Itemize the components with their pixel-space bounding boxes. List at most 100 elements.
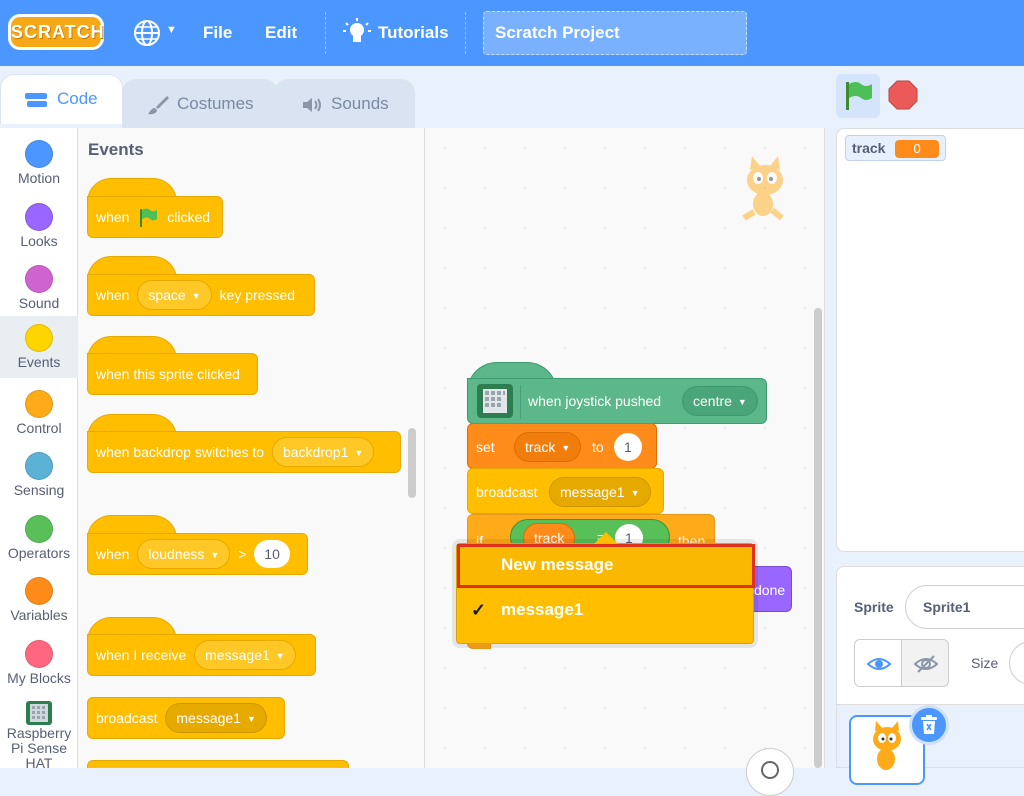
size-input[interactable]	[1009, 641, 1024, 685]
tab-costumes[interactable]: Costumes	[122, 79, 278, 129]
dropdown-arrow-icon: ▼	[246, 714, 256, 725]
block-text: done	[754, 582, 786, 598]
category-my-blocks[interactable]: My Blocks	[0, 632, 78, 694]
tab-sounds[interactable]: Sounds	[274, 79, 415, 129]
sprite-name-input[interactable]: Sprite1	[905, 585, 1024, 629]
menu-divider	[465, 12, 466, 54]
category-label: Raspberry Pi Sense HAT	[6, 725, 72, 771]
joystick-direction-dropdown[interactable]: centre ▼	[682, 386, 758, 416]
category-label: Motion	[17, 170, 61, 186]
message-dropdown[interactable]: message1 ▼	[549, 477, 651, 507]
paintbrush-icon	[148, 95, 169, 114]
tab-code[interactable]: Code	[0, 74, 123, 124]
edit-menu[interactable]: Edit	[265, 0, 297, 66]
palette-scrollbar[interactable]	[408, 428, 416, 498]
when-sprite-clicked-block[interactable]: when this sprite clicked	[87, 353, 258, 395]
category-operators[interactable]: Operators	[0, 507, 78, 569]
when-backdrop-switches-block[interactable]: when backdrop switches to backdrop1 ▼	[87, 431, 401, 473]
stage-header	[826, 66, 1024, 128]
backdrop-dropdown[interactable]: backdrop1 ▼	[271, 437, 375, 467]
when-i-receive-block[interactable]: when I receive message1 ▼	[87, 634, 316, 676]
chevron-down-icon: ▼	[166, 24, 177, 36]
category-raspberry-pi-sense-hat[interactable]: Raspberry Pi Sense HAT	[0, 694, 78, 771]
category-looks[interactable]: Looks	[0, 195, 78, 257]
category-events[interactable]: Events	[0, 316, 78, 378]
category-label: My Blocks	[7, 670, 71, 686]
block-text: when	[96, 287, 130, 303]
trash-icon	[921, 715, 937, 734]
sprite-info-pane: Sprite Sprite1 Size	[836, 566, 1024, 706]
block-text: broadcast	[476, 484, 538, 500]
motion-dot-icon	[25, 140, 53, 168]
dropdown-arrow-icon: ▼	[354, 448, 364, 459]
dropdown-value: message1	[560, 484, 625, 500]
dropdown-value: loudness	[148, 546, 205, 562]
lightbulb-icon	[343, 18, 371, 42]
project-title-input[interactable]: Scratch Project	[483, 11, 747, 55]
category-label: Control	[16, 420, 62, 436]
when-loudness-block[interactable]: when loudness ▼ > 10	[87, 533, 308, 575]
message-dropdown-menu: New message ✓ message1	[456, 543, 755, 644]
tutorials-button[interactable]: Tutorials	[343, 0, 453, 66]
key-dropdown[interactable]: space ▼	[137, 280, 212, 310]
zoom-in-button[interactable]	[746, 748, 794, 796]
block-divider	[520, 385, 521, 419]
category-control[interactable]: Control	[0, 382, 78, 444]
message-dropdown[interactable]: message1 ▼	[194, 640, 296, 670]
dropdown-pointer	[594, 532, 618, 544]
scratch-logo[interactable]: SCRATCH	[8, 14, 104, 50]
broadcast-and-wait-block[interactable]	[87, 760, 349, 768]
variable-dropdown[interactable]: track ▼	[514, 432, 582, 462]
variable-monitor: track 0	[845, 135, 946, 161]
option-label: New message	[501, 555, 614, 574]
message1-option[interactable]: ✓ message1	[457, 589, 755, 633]
category-label: Sensing	[13, 482, 65, 498]
new-message-option[interactable]: New message	[457, 544, 755, 588]
hide-sprite-button[interactable]	[901, 639, 949, 687]
value-input[interactable]: 1	[614, 433, 642, 461]
when-flag-clicked-block[interactable]: when clicked	[87, 196, 223, 238]
eye-icon	[867, 658, 891, 670]
sensor-dropdown[interactable]: loudness ▼	[137, 539, 231, 569]
green-flag-icon	[140, 208, 158, 228]
broadcast-block[interactable]: broadcast message1 ▼	[87, 697, 285, 739]
category-sensing[interactable]: Sensing	[0, 444, 78, 506]
sprite-watermark-icon	[742, 156, 784, 221]
category-variables[interactable]: Variables	[0, 569, 78, 631]
dropdown-arrow-icon: ▼	[561, 443, 571, 454]
stage[interactable]: track 0	[836, 128, 1024, 552]
category-label: Events	[17, 354, 61, 370]
dropdown-arrow-icon: ▼	[275, 651, 285, 662]
broadcast-block[interactable]: broadcast message1 ▼	[467, 468, 664, 514]
category-motion[interactable]: Motion	[0, 132, 78, 194]
block-text: when	[96, 546, 130, 562]
when-key-pressed-block[interactable]: when space ▼ key pressed	[87, 274, 315, 316]
checkmark-icon: ✓	[471, 600, 487, 620]
dropdown-value: centre	[693, 393, 732, 409]
category-label: Variables	[10, 607, 68, 623]
sound-dot-icon	[25, 265, 53, 293]
block-text: key pressed	[219, 287, 296, 303]
my-blocks-dot-icon	[25, 640, 53, 668]
stop-button[interactable]	[888, 80, 918, 110]
threshold-input[interactable]: 10	[254, 540, 290, 568]
message-dropdown[interactable]: message1 ▼	[165, 703, 267, 733]
control-dot-icon	[25, 390, 53, 418]
delete-sprite-button[interactable]	[909, 705, 949, 745]
when-joystick-pushed-block[interactable]: when joystick pushed centre ▼	[467, 378, 767, 424]
show-sprite-button[interactable]	[854, 639, 902, 687]
sense-hat-icon	[26, 701, 52, 725]
workspace-scrollbar[interactable]	[814, 308, 822, 768]
file-menu[interactable]: File	[203, 0, 232, 66]
language-menu[interactable]: ▼	[130, 18, 182, 48]
green-flag-button[interactable]	[836, 74, 880, 118]
block-text: >	[238, 546, 247, 562]
events-dot-icon	[25, 324, 53, 352]
set-variable-block[interactable]: set track ▼ to 1	[467, 423, 657, 469]
block-text: when I receive	[96, 647, 187, 663]
zoom-in-icon	[761, 761, 779, 779]
dropdown-arrow-icon: ▼	[737, 397, 747, 408]
category-sound[interactable]: Sound	[0, 257, 78, 319]
block-text: set	[476, 439, 495, 455]
sprite-label: Sprite	[854, 599, 894, 615]
